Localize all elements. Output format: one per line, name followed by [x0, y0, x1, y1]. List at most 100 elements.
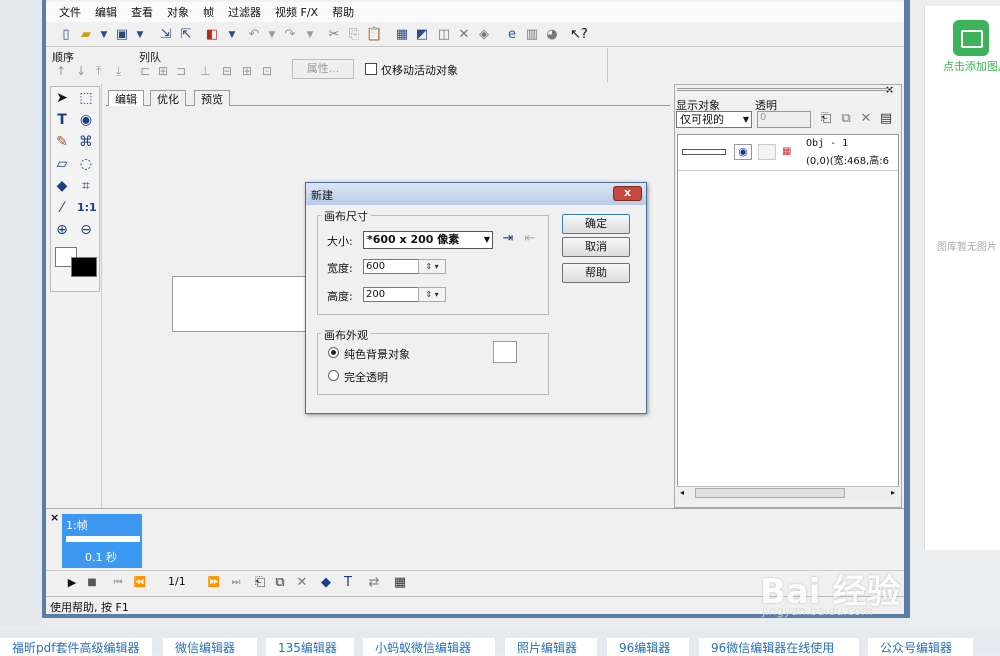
undo-dropdown-icon[interactable]: ▼ [264, 27, 280, 43]
width-input[interactable]: 600 [363, 259, 419, 274]
menu-file[interactable]: 文件 [52, 4, 88, 20]
solid-background-radio[interactable] [328, 347, 339, 358]
menu-edit[interactable]: 编辑 [88, 4, 124, 20]
save-icon[interactable]: ▣ [114, 27, 130, 43]
menu-frame[interactable]: 帧 [196, 4, 221, 20]
bottom-link[interactable]: 96编辑器 [607, 638, 689, 656]
bottom-link[interactable]: 公众号编辑器 [868, 638, 973, 656]
size-select[interactable]: *600 x 200 像素 ▼ [363, 231, 493, 249]
crop-icon[interactable]: ◫ [436, 27, 452, 43]
bring-to-front-icon[interactable]: ⤒ [96, 64, 101, 79]
bottom-link[interactable]: 照片编辑器 [505, 638, 597, 656]
pointer-tool-icon[interactable]: ➤ [53, 89, 71, 107]
bottom-link[interactable]: 小蚂蚁微信编辑器 [363, 638, 495, 656]
center-canvas-icon[interactable]: ⊡ [262, 64, 272, 78]
menu-object[interactable]: 对象 [160, 4, 196, 20]
scroll-left-icon[interactable]: ◂ [680, 488, 684, 497]
add-frame-icon[interactable]: ⎗ [252, 575, 268, 591]
background-color-picker[interactable] [493, 341, 517, 363]
redo-dropdown-icon[interactable]: ▼ [302, 27, 318, 43]
export-icon[interactable]: ⇱ [178, 27, 194, 43]
marquee-tool-icon[interactable]: ⬚ [77, 89, 95, 107]
crop-tool-icon[interactable]: ⌗ [77, 177, 95, 195]
actual-size-icon[interactable]: 1:1 [77, 199, 97, 217]
add-preset-icon[interactable]: ⇥ [500, 231, 516, 247]
bottom-link[interactable]: 135编辑器 [266, 638, 354, 656]
align-center-icon[interactable]: ⊞ [158, 64, 168, 78]
object-row[interactable]: ◉ ▦ Obj - 1 (0,0)(宽:468,高:6 [678, 135, 898, 171]
height-input[interactable]: 200 [363, 287, 419, 302]
open-dropdown-icon[interactable]: ▼ [96, 27, 112, 43]
effects-icon[interactable]: ◧ [204, 27, 220, 43]
optimize-icon[interactable]: ▥ [524, 27, 540, 43]
visibility-eye-icon[interactable]: ◉ [734, 144, 752, 160]
wizard-icon[interactable]: ◕ [544, 27, 560, 43]
fill-tool-icon[interactable]: ◆ [53, 177, 71, 195]
height-stepper[interactable]: ⇕ ▾ [418, 287, 446, 302]
remove-preset-icon[interactable]: ⇤ [522, 231, 538, 247]
dialog-close-button[interactable]: x [613, 186, 642, 201]
distribute-h-icon[interactable]: ⊟ [222, 64, 232, 78]
copy-object-icon[interactable]: ⧉ [838, 111, 854, 127]
menu-help[interactable]: 帮助 [325, 4, 361, 20]
menu-filter[interactable]: 过滤器 [221, 4, 268, 20]
opacity-input[interactable]: 0 [757, 111, 811, 128]
frame-properties-icon[interactable]: ▦ [392, 575, 408, 591]
panel-grip[interactable] [677, 88, 891, 91]
play-icon[interactable]: ▶ [64, 575, 80, 591]
delete-object-panel-icon[interactable]: ✕ [858, 111, 874, 127]
merge-icon[interactable]: ◈ [476, 27, 492, 43]
foreground-color-swatch[interactable] [71, 257, 97, 277]
bottom-link[interactable]: 96微信编辑器在线使用 [699, 638, 859, 656]
align-bottom-icon[interactable]: ⊥ [200, 64, 210, 78]
fit-canvas-icon[interactable]: ◩ [414, 27, 430, 43]
lock-toggle[interactable] [758, 144, 776, 160]
save-dropdown-icon[interactable]: ▼ [132, 27, 148, 43]
help-button[interactable]: 帮助 [562, 263, 630, 283]
delete-object-icon[interactable]: ✕ [456, 27, 472, 43]
scrollbar-thumb[interactable] [695, 488, 845, 498]
stop-icon[interactable]: ■ [84, 575, 100, 591]
effects-dropdown-icon[interactable]: ▼ [224, 27, 240, 43]
reverse-frames-icon[interactable]: ⇄ [366, 575, 382, 591]
align-right-icon[interactable]: ⊐ [176, 64, 186, 78]
new-file-icon[interactable]: ▯ [58, 27, 74, 43]
canvas[interactable] [172, 276, 312, 332]
tab-optimize[interactable]: 优化 [150, 90, 186, 106]
transparent-radio[interactable] [328, 370, 339, 381]
send-to-back-icon[interactable]: ⤓ [116, 64, 121, 79]
zoom-out-icon[interactable]: ⊖ [77, 221, 95, 239]
context-help-icon[interactable]: ↖? [570, 27, 588, 43]
freehand-lasso-icon[interactable]: ◌ [77, 155, 95, 173]
add-image-icon[interactable] [953, 20, 989, 56]
canvas-size-icon[interactable]: ▦ [394, 27, 410, 43]
zoom-in-icon[interactable]: ⊕ [53, 221, 71, 239]
distribute-v-icon[interactable]: ⊞ [242, 64, 252, 78]
open-folder-icon[interactable]: ▰ [78, 27, 94, 43]
scroll-right-icon[interactable]: ▸ [891, 488, 895, 497]
move-active-checkbox[interactable] [365, 63, 377, 75]
tab-edit[interactable]: 编辑 [108, 90, 144, 106]
undo-icon[interactable]: ↶ [246, 27, 262, 43]
properties-button[interactable]: 属性... [292, 59, 354, 79]
tween-icon[interactable]: ◆ [318, 575, 334, 591]
bottom-link[interactable]: 微信编辑器 [163, 638, 257, 656]
duplicate-frame-icon[interactable]: ⧉ [272, 575, 288, 591]
cancel-button[interactable]: 取消 [562, 237, 630, 257]
bring-forward-icon[interactable]: ↑ [56, 64, 66, 78]
eyedropper-tool-icon[interactable]: ⁄ [53, 199, 71, 217]
redo-icon[interactable]: ↷ [282, 27, 298, 43]
tab-preview[interactable]: 预览 [194, 90, 230, 106]
text-tool-icon[interactable]: T [53, 111, 71, 129]
import-icon[interactable]: ⇲ [158, 27, 174, 43]
first-frame-icon[interactable]: ⏮ [110, 575, 126, 591]
last-frame-icon[interactable]: ⏭ [228, 575, 244, 591]
next-frame-icon[interactable]: ⏩ [206, 575, 222, 591]
cut-icon[interactable]: ✂ [326, 27, 342, 43]
width-stepper[interactable]: ⇕ ▾ [418, 259, 446, 274]
delete-frame-icon[interactable]: ✕ [294, 575, 310, 591]
show-objects-select[interactable]: 仅可视的 ▼ [676, 111, 752, 128]
browser-preview-icon[interactable]: e [504, 27, 520, 43]
bottom-link[interactable]: 福昕pdf套件高级编辑器 [0, 638, 152, 656]
copy-icon[interactable]: ⎘ [346, 27, 362, 43]
